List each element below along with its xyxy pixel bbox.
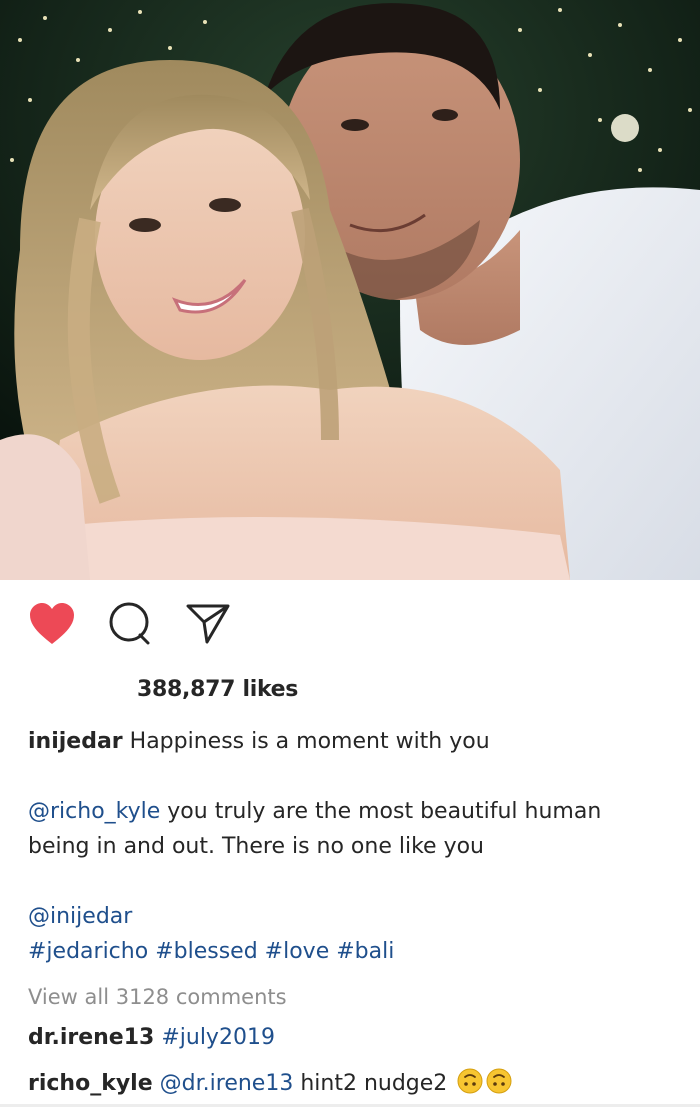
upside-down-face-emoji-icon xyxy=(486,1068,512,1100)
caption-text: Happiness is a moment with you xyxy=(129,729,490,754)
caption-mention-richo-kyle[interactable]: @richo_kyle xyxy=(28,799,160,824)
hashtag-bali[interactable]: #bali xyxy=(336,939,394,964)
hashtag-blessed[interactable]: #blessed xyxy=(155,939,257,964)
comment-username[interactable]: dr.irene13 xyxy=(28,1025,154,1050)
share-icon xyxy=(185,602,231,650)
caption-line-1: inijedar Happiness is a moment with you xyxy=(28,724,678,759)
like-button[interactable] xyxy=(26,600,78,652)
comment-username[interactable]: richo_kyle xyxy=(28,1071,153,1096)
comment-icon xyxy=(107,601,153,651)
post-actions xyxy=(26,600,260,652)
comment-hashtag[interactable]: #july2019 xyxy=(161,1025,275,1050)
heart-filled-icon xyxy=(28,602,76,650)
hashtag-love[interactable]: #love xyxy=(265,939,330,964)
caption-line-4: @inijedar xyxy=(28,899,678,934)
caption-line2-text: you truly are the most beautiful human xyxy=(167,799,602,824)
share-button[interactable] xyxy=(182,600,234,652)
comment-text: hint2 nudge2 xyxy=(300,1071,448,1096)
post-caption: inijedar Happiness is a moment with you … xyxy=(28,724,678,969)
comment-mention[interactable]: @dr.irene13 xyxy=(160,1071,294,1096)
post-photo[interactable] xyxy=(0,0,700,580)
upside-down-face-emoji-icon xyxy=(457,1068,483,1100)
hashtag-jedaricho[interactable]: #jedaricho xyxy=(28,939,148,964)
view-all-comments-link[interactable]: View all 3128 comments xyxy=(28,985,287,1009)
caption-line-3: being in and out. There is no one like y… xyxy=(28,834,484,859)
comment-item: dr.irene13 #july2019 xyxy=(28,1025,275,1050)
caption-line-2: @richo_kyle you truly are the most beaut… xyxy=(28,794,678,829)
caption-hashtags: #jedaricho #blessed #love #bali xyxy=(28,934,678,969)
post-photo-illustration xyxy=(0,0,700,580)
like-count[interactable]: 388,877 likes xyxy=(137,677,298,702)
comment-button[interactable] xyxy=(104,600,156,652)
caption-mention-inijedar[interactable]: @inijedar xyxy=(28,904,132,929)
comment-item: richo_kyle @dr.irene13 hint2 nudge2 xyxy=(28,1068,512,1100)
caption-username[interactable]: inijedar xyxy=(28,729,123,754)
